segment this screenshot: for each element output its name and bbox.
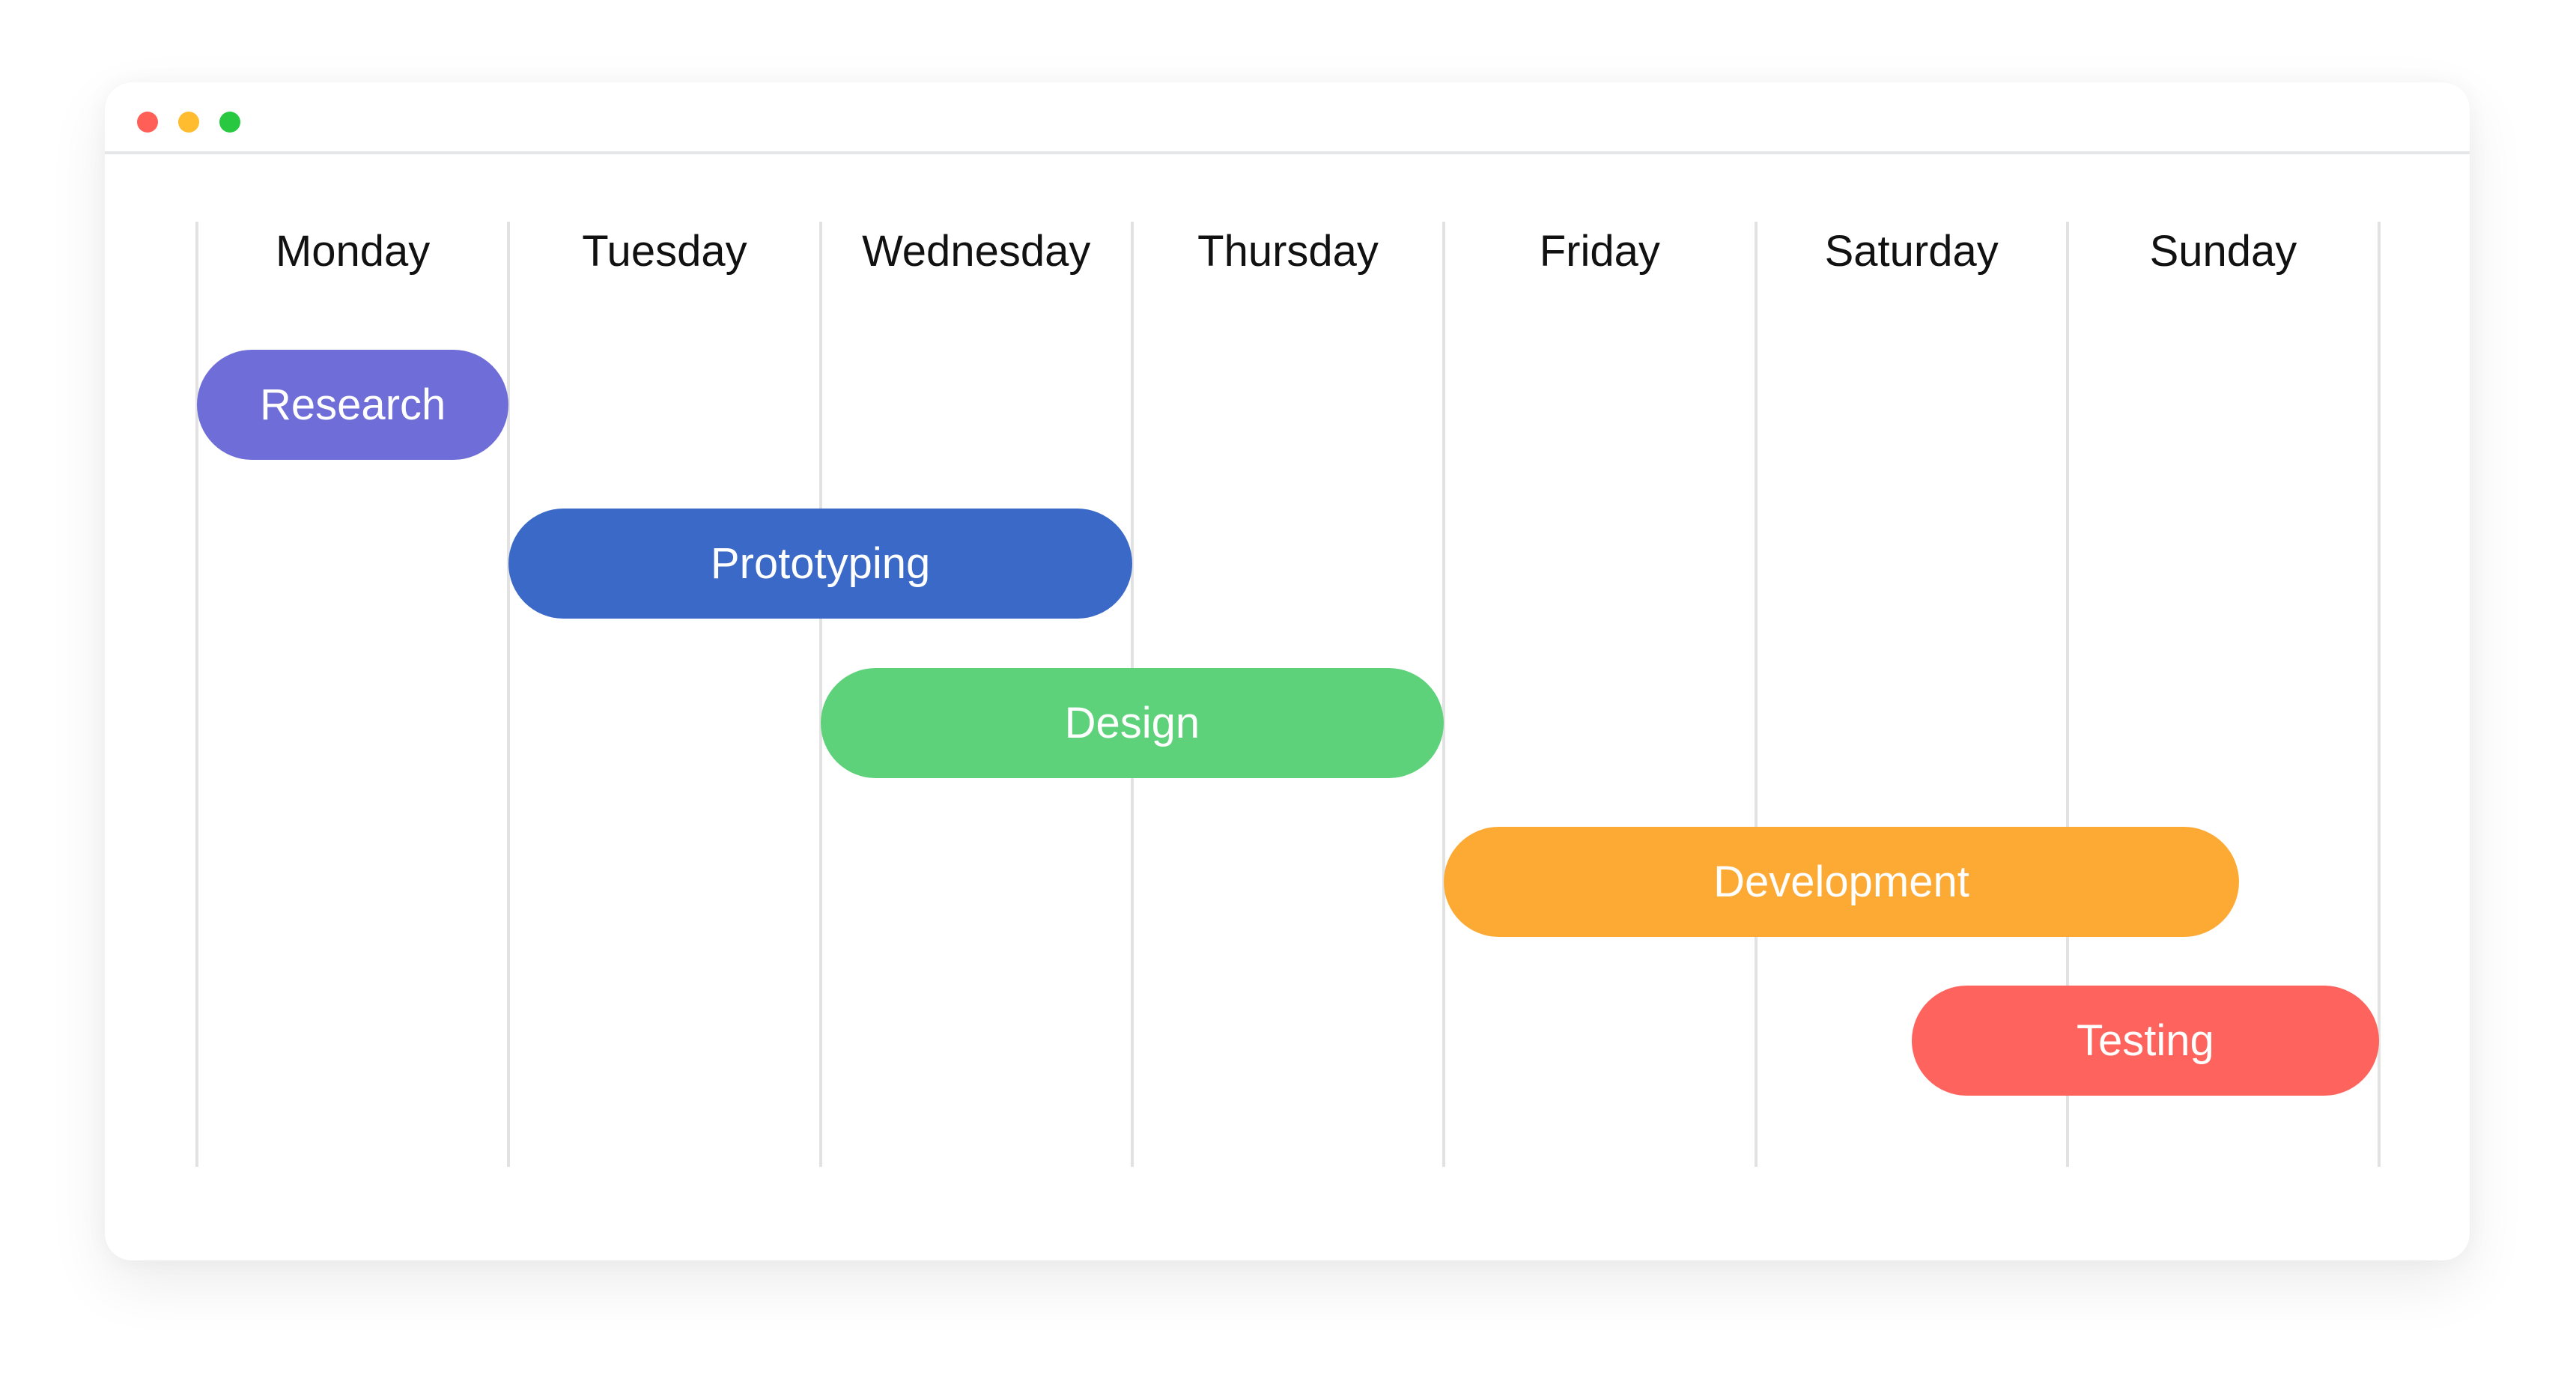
task-bar-testing[interactable]: Testing [1911,986,2380,1096]
minimize-window-button[interactable] [178,112,199,133]
day-divider [1754,222,1758,1167]
task-bar-design[interactable]: Design [820,667,1445,778]
title-bar [105,82,2470,154]
day-divider [818,222,822,1167]
day-divider [1442,222,1446,1167]
day-divider [507,222,511,1167]
task-bar-prototyping[interactable]: Prototyping [508,509,1132,619]
task-label: Prototyping [710,539,931,589]
day-header: Thursday [1197,227,1379,276]
day-header: Friday [1539,227,1660,276]
day-divider [195,222,198,1167]
task-label: Design [1064,698,1200,747]
day-header: Sunday [2149,227,2297,276]
day-header: Wednesday [862,227,1091,276]
day-header: Saturday [1824,227,1999,276]
day-header: Tuesday [582,227,747,276]
day-header: Monday [275,227,431,276]
maximize-window-button[interactable] [219,112,240,133]
close-window-button[interactable] [137,112,158,133]
task-bar-development[interactable]: Development [1444,826,2239,937]
day-divider [2378,222,2381,1167]
task-label: Development [1713,857,1969,906]
task-label: Research [260,380,446,429]
task-bar-research[interactable]: Research [197,350,509,460]
task-label: Testing [2076,1016,2214,1066]
